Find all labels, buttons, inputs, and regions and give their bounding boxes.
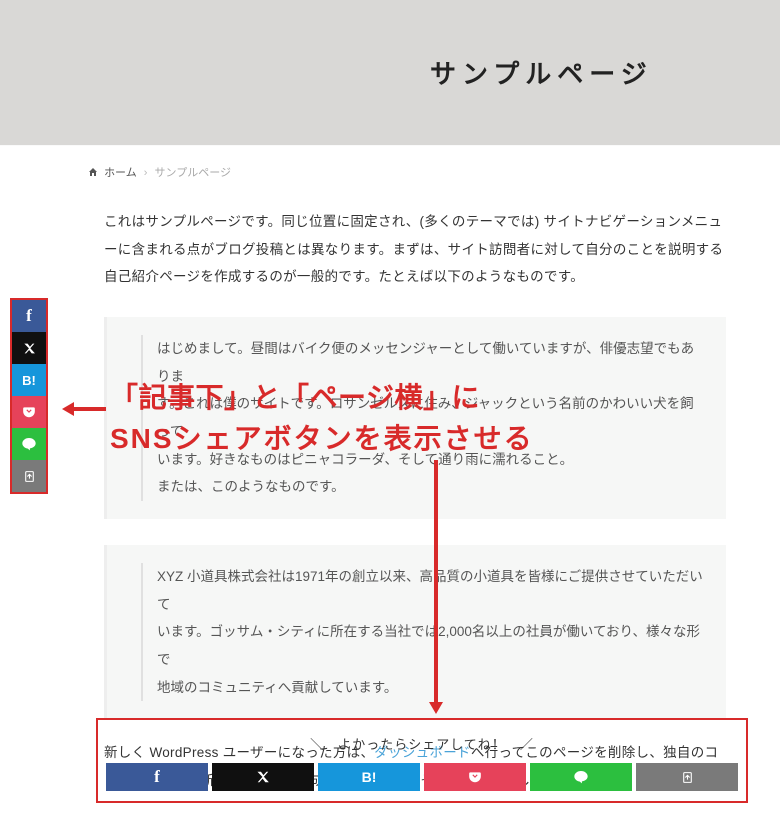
- pocket-icon: [468, 770, 482, 784]
- facebook-icon: f: [26, 306, 32, 326]
- share-facebook-button[interactable]: f: [106, 763, 208, 791]
- breadcrumb-current: サンプルページ: [155, 167, 231, 179]
- copy-icon: [681, 771, 694, 784]
- annotation-line-2: SNSシェアボタンを表示させる: [110, 419, 534, 460]
- share-pocket-button-side[interactable]: [12, 396, 46, 428]
- content-area: ホーム › サンプルページ これはサンプルページです。同じ位置に固定され、(多く…: [0, 145, 780, 827]
- share-copy-button[interactable]: [636, 763, 738, 791]
- share-hatena-button-side[interactable]: B!: [12, 364, 46, 396]
- hatena-icon: B!: [22, 373, 36, 388]
- bottom-share-bar: よかったらシェアしてね！ f B!: [96, 718, 748, 803]
- blockquote-2: XYZ 小道具株式会社は1971年の創立以来、高品質の小道具を皆様にご提供させて…: [104, 545, 726, 719]
- copy-icon: [23, 470, 36, 483]
- page-header: サンプルページ: [0, 0, 780, 145]
- share-copy-button-side[interactable]: [12, 460, 46, 492]
- chevron-right-icon: ›: [144, 167, 148, 179]
- home-icon: [88, 167, 98, 177]
- arrow-left-icon: [62, 400, 106, 418]
- page-title: サンプルページ: [430, 54, 653, 91]
- share-label: よかったらシェアしてね！: [106, 734, 738, 753]
- facebook-icon: f: [154, 767, 160, 787]
- share-pocket-button[interactable]: [424, 763, 526, 791]
- annotation-callout: 「記事下」と「ページ横」に SNSシェアボタンを表示させる: [110, 378, 534, 459]
- breadcrumb: ホーム › サンプルページ: [74, 146, 756, 188]
- hatena-icon: B!: [362, 769, 377, 785]
- annotation-line-1: 「記事下」と「ページ横」に: [110, 378, 534, 419]
- breadcrumb-home[interactable]: ホーム: [104, 167, 137, 179]
- share-facebook-button-side[interactable]: f: [12, 300, 46, 332]
- share-hatena-button[interactable]: B!: [318, 763, 420, 791]
- share-line-button[interactable]: [530, 763, 632, 791]
- line-icon: [573, 769, 589, 785]
- share-x-button-side[interactable]: [12, 332, 46, 364]
- arrow-down-icon: [427, 460, 445, 714]
- share-x-button[interactable]: [212, 763, 314, 791]
- x-icon: [23, 342, 36, 355]
- side-share-bar: f B!: [10, 298, 48, 494]
- intro-paragraph: これはサンプルページです。同じ位置に固定され、(多くのテーマでは) サイトナビゲ…: [104, 208, 726, 291]
- x-icon: [256, 770, 270, 784]
- pocket-icon: [22, 405, 36, 419]
- share-line-button-side[interactable]: [12, 428, 46, 460]
- bottom-share-row: f B!: [106, 763, 738, 791]
- line-icon: [21, 436, 37, 452]
